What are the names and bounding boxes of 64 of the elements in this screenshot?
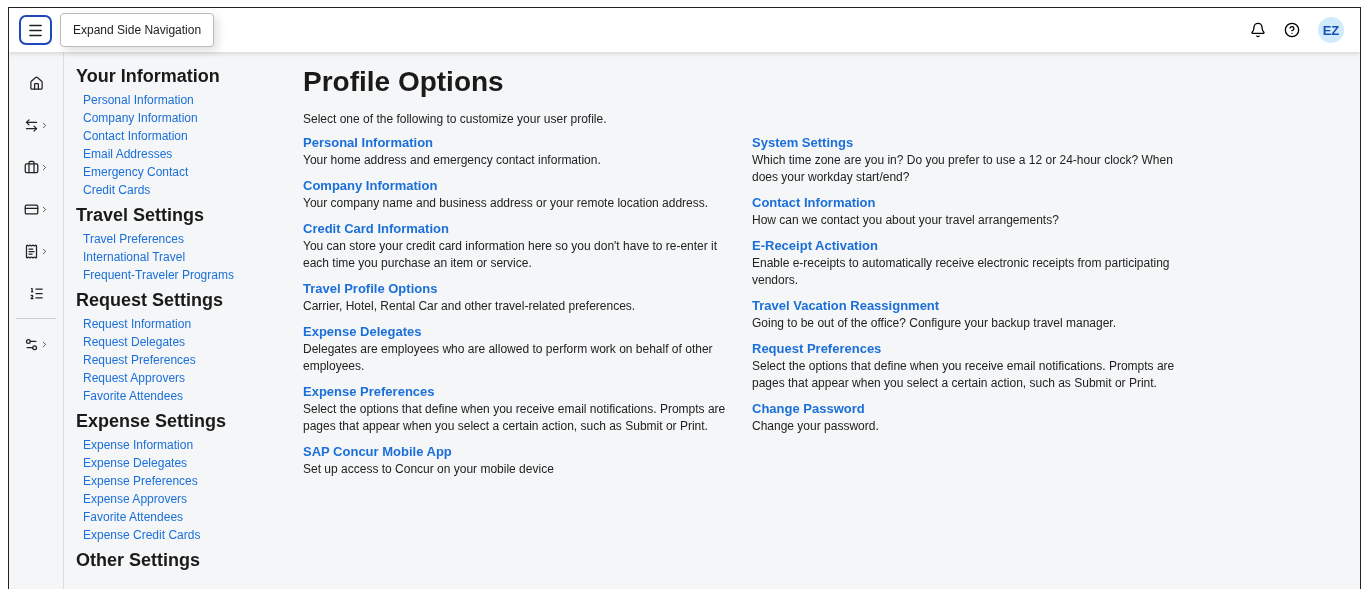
option-description: Your company name and business address or your remote location address. <box>303 195 710 212</box>
settings-link[interactable]: Request Preferences <box>83 351 196 369</box>
settings-link[interactable]: Expense Delegates <box>83 454 188 472</box>
option-description: Select the options that define when you receive email notifications. Prompts are pages that appear when you select a certain action, such as Submit or Print. <box>303 401 727 435</box>
settings-link[interactable]: Travel Preferences <box>83 230 184 248</box>
section-heading: Other Settings <box>76 550 201 571</box>
intro-text: Select one of the following to customize your user profile. <box>303 112 608 126</box>
tooltip: Expand Side Navigation <box>60 13 215 47</box>
settings-link[interactable]: Contact Information <box>83 127 188 145</box>
option-link[interactable]: Expense Preferences <box>303 384 435 399</box>
option-link[interactable]: Company Information <box>303 178 438 193</box>
option-link[interactable]: SAP Concur Mobile App <box>303 444 452 459</box>
settings-link[interactable]: Expense Credit Cards <box>83 526 201 544</box>
settings-link[interactable]: Request Information <box>83 315 192 333</box>
option-description: How can we contact you about your travel arrangements? <box>752 212 1060 229</box>
briefcase-icon <box>23 159 39 175</box>
option-description: Change your password. <box>752 418 880 435</box>
receipt-icon <box>23 243 39 259</box>
card-icon <box>23 201 39 217</box>
settings-link[interactable]: Email Addresses <box>83 145 173 163</box>
menu-button[interactable] <box>19 15 52 45</box>
settings-link[interactable]: Request Approvers <box>83 369 186 387</box>
section-heading: Expense Settings <box>76 411 228 432</box>
section-heading: Your Information <box>76 66 221 87</box>
help-icon[interactable] <box>1284 22 1300 38</box>
option-link[interactable]: Expense Delegates <box>303 324 422 339</box>
settings-link[interactable]: Expense Approvers <box>83 490 188 508</box>
option-description: Delegates are employees who are allowed to perform work on behalf of other employees. <box>303 341 714 375</box>
option-description: Set up access to Concur on your mobile device <box>303 461 555 478</box>
settings-link[interactable]: Company Information <box>83 109 198 127</box>
option-link[interactable]: E-Receipt Activation <box>752 238 878 253</box>
option-description: Going to be out of the office? Configure your backup travel manager. <box>752 315 1117 332</box>
settings-link[interactable]: Favorite Attendees <box>83 387 184 405</box>
option-description: You can store your credit card information here so you don't have to re-enter it each time you purchase an item or service. <box>303 238 719 272</box>
settings-link[interactable]: Frequent-Traveler Programs <box>83 266 234 284</box>
section-heading: Request Settings <box>76 290 225 311</box>
list-icon <box>28 285 44 301</box>
page-title: Profile Options <box>303 66 505 98</box>
settings-link[interactable]: Credit Cards <box>83 181 151 199</box>
option-link[interactable]: Contact Information <box>752 195 876 210</box>
option-link[interactable]: Request Preferences <box>752 341 882 356</box>
option-description: Select the options that define when you receive email notifications. Prompts are pages that appear when you select a certain action, such as Submit or Print. <box>752 358 1176 392</box>
user-avatar[interactable]: EZ <box>1318 17 1344 43</box>
option-link[interactable]: Change Password <box>752 401 865 416</box>
settings-link[interactable]: Emergency Contact <box>83 163 189 181</box>
option-description: Your home address and emergency contact information. <box>303 152 602 169</box>
settings-link[interactable]: International Travel <box>83 248 186 266</box>
settings-link[interactable]: Personal Information <box>83 91 194 109</box>
option-description: Carrier, Hotel, Rental Car and other travel-related preferences. <box>303 298 637 315</box>
section-heading: Travel Settings <box>76 205 206 226</box>
option-link[interactable]: Travel Profile Options <box>303 281 438 296</box>
bell-icon[interactable] <box>1250 22 1266 38</box>
settings-link[interactable]: Favorite Attendees <box>83 508 184 526</box>
option-link[interactable]: Travel Vacation Reassignment <box>752 298 940 313</box>
arrows-icon <box>23 117 39 133</box>
option-description: Enable e-receipts to automatically receive electronic receipts from participating vendors. <box>752 255 1171 289</box>
settings-link[interactable]: Expense Information <box>83 436 194 454</box>
option-description: Which time zone are you in? Do you prefer to use a 12 or 24-hour clock? When does your workday start/end? <box>752 152 1174 186</box>
home-icon <box>28 75 44 91</box>
option-link[interactable]: System Settings <box>752 135 854 150</box>
settings-link[interactable]: Expense Preferences <box>83 472 198 490</box>
option-link[interactable]: Credit Card Information <box>303 221 449 236</box>
settings-link[interactable]: Request Delegates <box>83 333 186 351</box>
option-link[interactable]: Personal Information <box>303 135 434 150</box>
